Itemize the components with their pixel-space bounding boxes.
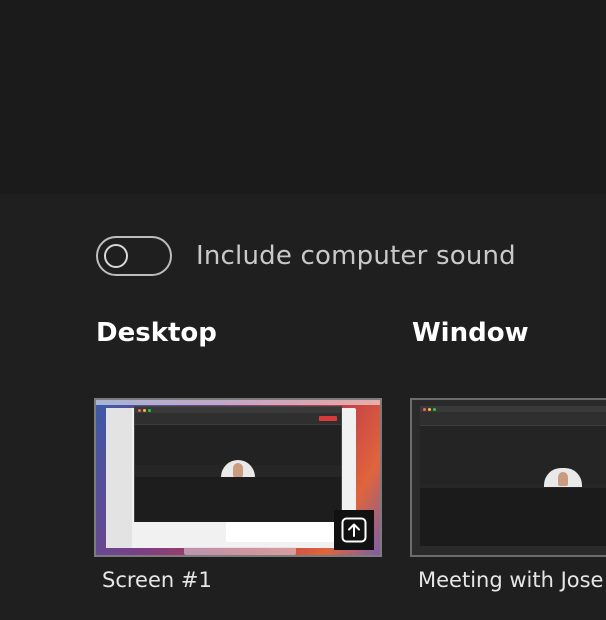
computer-sound-row: Include computer sound bbox=[96, 236, 516, 276]
minimize-dot bbox=[428, 408, 431, 411]
avatar-face bbox=[233, 463, 243, 477]
stage-bottom bbox=[420, 488, 606, 546]
background-panel bbox=[226, 520, 341, 542]
window-toolbar bbox=[420, 412, 606, 426]
computer-sound-toggle[interactable] bbox=[96, 236, 172, 276]
window-thumbnail-caption: Meeting with Jose bbox=[418, 568, 604, 592]
minimize-dot bbox=[143, 409, 146, 412]
preview-area bbox=[0, 0, 606, 194]
zoom-dot bbox=[148, 409, 151, 412]
upload-arrow-icon bbox=[341, 517, 367, 543]
zoom-dot bbox=[433, 408, 436, 411]
stage-bottom bbox=[135, 477, 341, 522]
window-toolbar bbox=[135, 413, 341, 425]
avatar-face bbox=[558, 472, 568, 486]
computer-sound-label: Include computer sound bbox=[196, 241, 516, 271]
mac-dock bbox=[184, 547, 296, 555]
window-thumbnail[interactable] bbox=[410, 398, 606, 557]
desktop-heading: Desktop bbox=[96, 318, 217, 348]
mac-menubar bbox=[96, 400, 380, 405]
close-dot bbox=[138, 409, 141, 412]
meeting-window-preview bbox=[134, 406, 342, 522]
desktop-thumbnail-caption: Screen #1 bbox=[102, 568, 212, 592]
close-dot bbox=[423, 408, 426, 411]
meeting-window-preview bbox=[420, 406, 606, 546]
share-upload-icon[interactable] bbox=[334, 510, 374, 550]
toggle-knob bbox=[104, 244, 128, 268]
background-sidebar bbox=[106, 408, 132, 548]
stage-top bbox=[135, 425, 341, 465]
window-heading: Window bbox=[412, 318, 529, 348]
leave-button-preview bbox=[319, 416, 337, 421]
